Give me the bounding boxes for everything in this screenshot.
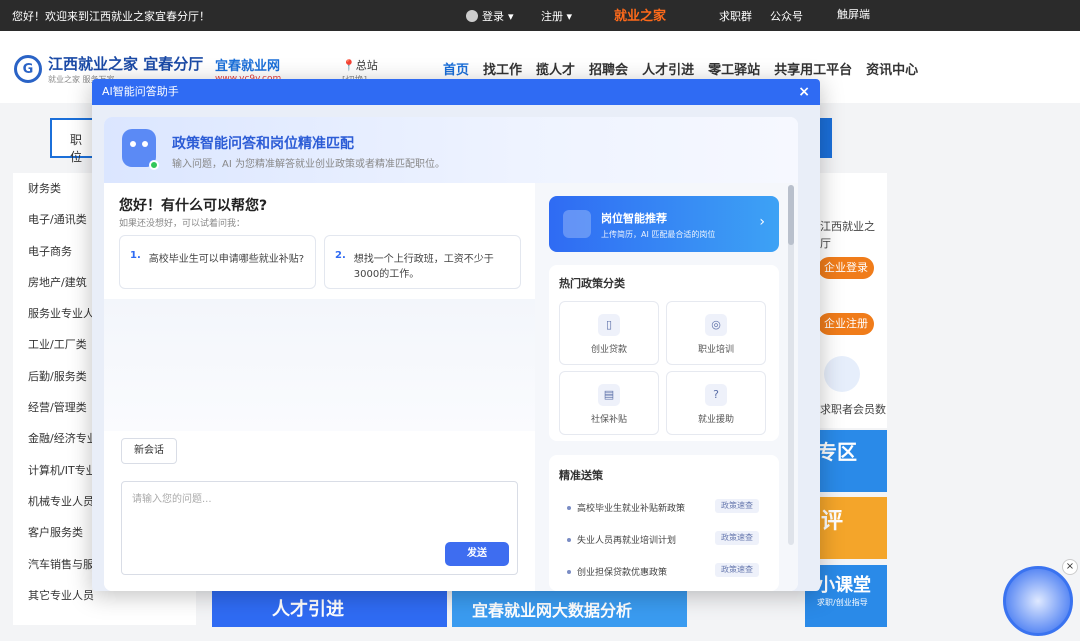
main-nav: 首页 找工作 揽人才 招聘会 人才引进 零工驿站 共享用工平台 资讯中心 [443,59,918,78]
new-chat-button[interactable]: 新会话 [121,438,177,464]
assistant-body: 政策智能问答和岗位精准匹配 输入问题，AI 为您精准解答就业创业政策或者精准匹配… [104,117,798,591]
greeting-hint: 如果还没想好，可以试着问我： [119,219,246,229]
assistant-header: 政策智能问答和岗位精准匹配 输入问题，AI 为您精准解答就业创业政策或者精准匹配… [104,117,798,183]
nav-talent-intro[interactable]: 人才引进 [642,59,694,78]
official-account-link[interactable]: 公众号 [770,8,803,24]
floating-robot-icon[interactable] [1003,566,1073,636]
scrollbar[interactable] [788,185,794,545]
close-icon[interactable]: × [1062,559,1078,575]
briefcase-icon [563,210,591,238]
precise-policy-section: 精准送策 高校毕业生就业补贴新政策 政策速查 失业人员再就业培训计划 政策速查 … [549,455,779,591]
right-panel: 江西就业之 厅 企业登录 企业注册 求职者会员数 [810,173,887,428]
send-button[interactable]: 发送 [445,542,509,566]
help-icon: ? [705,384,727,406]
member-icon [824,356,860,392]
document-icon: ▤ [598,384,620,406]
policy-list-item[interactable]: 高校毕业生就业补贴新政策 [567,501,685,514]
close-icon[interactable]: × [798,79,810,105]
nav-news[interactable]: 资讯中心 [866,59,918,78]
welcome-text: 您好！欢迎来到江西就业之家宜春分厅！ [12,10,210,23]
company-register-button[interactable]: 企业注册 [818,313,874,335]
dialog-title: AI智能问答助手 [102,85,179,98]
assistant-subtitle: 输入问题，AI 为您精准解答就业创业政策或者精准匹配职位。 [172,159,445,170]
dialog-titlebar: AI智能问答助手 × [92,79,820,105]
policy-tag[interactable]: 政策速查 [715,531,759,545]
job-group-link[interactable]: 求职群 [719,8,752,24]
chat-pane: 您好！有什么可以帮您? 如果还没想好，可以试着问我： 1. 高校毕业生可以申请哪些… [104,183,535,591]
login-link[interactable]: 登录 ▾ [466,8,514,24]
suggestion-card[interactable]: 1. 高校毕业生可以申请哪些就业补贴? [119,235,316,289]
chat-history-area [104,299,535,431]
question-input[interactable]: 请输入您的问题... 发送 [121,481,518,575]
ai-assistant-dialog: AI智能问答助手 × 政策智能问答和岗位精准匹配 输入问题，AI 为您精准解答就… [92,79,820,591]
mobile-link[interactable]: 触屏端 [837,6,870,22]
nav-find-job[interactable]: 找工作 [483,59,522,78]
policy-list-item[interactable]: 创业担保贷款优惠政策 [567,565,667,578]
hot-policy-section: 热门政策分类 ▯ 创业贷款 ◎ 职业培训 ▤ 社保补贴 ? 就业援助 [549,265,779,441]
top-bar: 您好！欢迎来到江西就业之家宜春分厅！ 登录 ▾ 注册 ▾ 就业之家 求职群 公众… [0,0,1080,31]
nav-talent[interactable]: 揽人才 [536,59,575,78]
policy-tag[interactable]: 政策速查 [715,563,759,577]
suggestion-card[interactable]: 2. 想找一个上行政班，工资不少于3000的工作。 [324,235,521,289]
register-link[interactable]: 注册 ▾ [541,8,572,24]
job-recommend-card[interactable]: 岗位智能推荐 上传简历，AI 匹配最合适的岗位 › [549,196,779,252]
nav-shared-work[interactable]: 共享用工平台 [774,59,852,78]
book-icon: ▯ [598,314,620,336]
greeting: 您好！有什么可以帮您? [119,198,268,214]
company-login-button[interactable]: 企业登录 [818,257,874,279]
chevron-right-icon: › [759,214,765,230]
logo-g-icon: G [14,55,42,83]
policy-tile-loan[interactable]: ▯ 创业贷款 [559,301,659,365]
input-placeholder: 请输入您的问题... [132,494,212,505]
compass-icon: ◎ [705,314,727,336]
online-status-icon [149,160,159,170]
nav-job-fair[interactable]: 招聘会 [589,59,628,78]
side-pane: 岗位智能推荐 上传简历，AI 匹配最合适的岗位 › 热门政策分类 ▯ 创业贷款 ◎… [535,183,798,591]
assistant-title: 政策智能问答和岗位精准匹配 [172,136,354,152]
policy-tile-employment-aid[interactable]: ? 就业援助 [666,371,766,435]
brand-logo[interactable]: 就业之家 [614,5,666,24]
policy-tile-social-security[interactable]: ▤ 社保补贴 [559,371,659,435]
nav-gig-station[interactable]: 零工驿站 [708,59,760,78]
policy-list-item[interactable]: 失业人员再就业培训计划 [567,533,676,546]
policy-tile-training[interactable]: ◎ 职业培训 [666,301,766,365]
nav-home[interactable]: 首页 [443,59,469,78]
user-icon [466,10,478,22]
robot-icon [122,129,159,170]
policy-tag[interactable]: 政策速查 [715,499,759,513]
